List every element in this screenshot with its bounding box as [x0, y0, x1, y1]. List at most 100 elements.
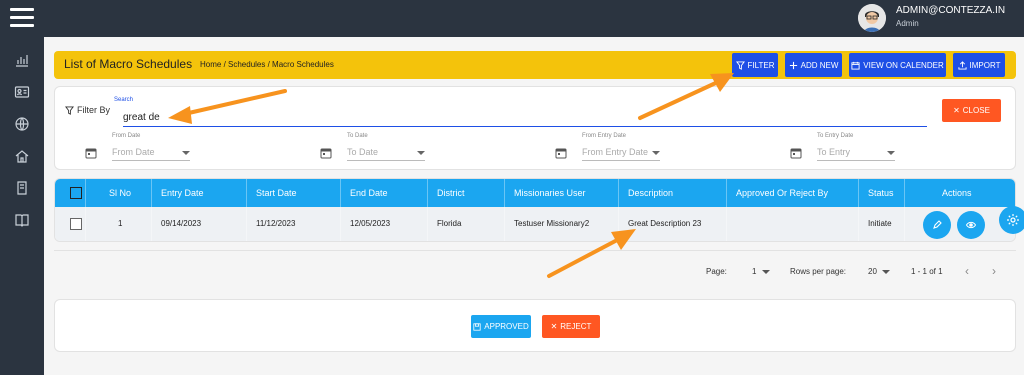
globe-icon[interactable]: [14, 116, 30, 132]
from-entry-date-value[interactable]: From Entry Date: [582, 147, 660, 161]
filter-by-label: Filter By: [65, 105, 110, 115]
divider: [151, 179, 152, 241]
view-button[interactable]: [957, 211, 985, 239]
home-icon[interactable]: [14, 148, 30, 164]
breadcrumb: Home / Schedules / Macro Schedules: [200, 60, 334, 69]
column-header: Start Date: [256, 188, 297, 198]
open-book-icon[interactable]: [14, 212, 30, 228]
cell-sl-no: 1: [118, 219, 123, 228]
chevron-right-icon[interactable]: ›: [992, 264, 996, 278]
rows-per-page-label: Rows per page:: [790, 267, 847, 276]
cell-status: Initiate: [868, 219, 892, 228]
to-date-label: To Date: [347, 133, 368, 139]
from-date-label: From Date: [112, 133, 141, 139]
column-header: Actions: [942, 188, 972, 198]
column-header: Missionaries User: [514, 188, 586, 198]
view-on-calendar-button[interactable]: VIEW ON CALENDER: [849, 53, 946, 77]
approved-button[interactable]: APPROVED: [471, 315, 531, 338]
action-panel: APPROVED ✕ REJECT: [54, 299, 1016, 352]
chevron-down-icon[interactable]: [882, 270, 890, 274]
filter-by-text: Filter By: [77, 105, 111, 115]
divider: [85, 179, 86, 241]
book-icon[interactable]: [14, 180, 30, 196]
divider: [904, 179, 905, 241]
id-card-icon[interactable]: [14, 84, 30, 100]
plus-icon: [789, 61, 797, 69]
chevron-down-icon: [182, 151, 190, 155]
save-icon: [473, 322, 481, 331]
cell-description: Great Description 23: [628, 219, 702, 228]
pencil-icon: [933, 220, 942, 229]
divider: [726, 179, 727, 241]
cell-district: Florida: [437, 219, 462, 228]
add-new-button-label: ADD NEW: [800, 60, 839, 70]
upload-icon: [957, 60, 967, 70]
cell-missionaries-user: Testuser Missionary2: [514, 219, 590, 228]
edit-button[interactable]: [923, 211, 951, 239]
column-header: Status: [868, 188, 894, 198]
divider: [427, 179, 428, 241]
avatar[interactable]: [858, 4, 886, 32]
divider: [858, 179, 859, 241]
close-icon: ✕: [550, 322, 558, 331]
view-on-calendar-button-label: VIEW ON CALENDER: [863, 60, 944, 70]
settings-gear-icon[interactable]: [999, 206, 1024, 234]
approved-button-label: APPROVED: [484, 322, 529, 331]
page-select[interactable]: 1: [752, 267, 756, 276]
user-role: Admin: [896, 19, 919, 28]
import-button[interactable]: IMPORT: [953, 53, 1005, 77]
eye-icon: [966, 221, 976, 229]
search-label: Search: [114, 97, 134, 103]
select-all-checkbox[interactable]: [70, 187, 82, 199]
user-email: ADMIN@CONTEZZA.IN: [896, 5, 1006, 16]
divider: [340, 179, 341, 241]
filter-icon: [735, 60, 745, 70]
divider: [618, 179, 619, 241]
from-entry-date-field[interactable]: From Entry Date From Entry Date: [555, 133, 685, 161]
calendar-icon: [85, 147, 97, 159]
page-title: List of Macro Schedules: [64, 57, 193, 71]
pagination: Page: 1 Rows per page: 20 1 - 1 of 1 ‹ ›: [54, 250, 1016, 288]
filter-icon: [65, 105, 74, 115]
title-bar: List of Macro Schedules Home / Schedules…: [54, 51, 1016, 79]
chart-icon[interactable]: [14, 52, 30, 68]
cell-entry-date: 09/14/2023: [161, 219, 202, 228]
sidebar: [0, 0, 44, 375]
chevron-down-icon: [417, 151, 425, 155]
table-header: Sl No Entry Date Start Date End Date Dis…: [55, 179, 1015, 207]
calendar-icon: [851, 61, 860, 70]
reject-button-label: REJECT: [560, 322, 592, 331]
from-date-field[interactable]: From Date From Date: [85, 133, 215, 161]
reject-button[interactable]: ✕ REJECT: [542, 315, 600, 338]
calendar-icon: [320, 147, 332, 159]
column-header: Approved Or Reject By: [736, 188, 829, 198]
to-entry-date-field[interactable]: To Entry Date To Entry: [790, 133, 920, 161]
table-row[interactable]: 1 09/14/2023 11/12/2023 12/05/2023 Flori…: [55, 207, 1015, 241]
from-entry-date-label: From Entry Date: [582, 133, 627, 139]
to-entry-date-label: To Entry Date: [817, 133, 854, 139]
column-header: Description: [628, 188, 674, 198]
schedules-table: Sl No Entry Date Start Date End Date Dis…: [54, 178, 1016, 242]
rows-per-page-select[interactable]: 20: [868, 267, 877, 276]
search-input[interactable]: [123, 109, 927, 127]
cell-end-date: 12/05/2023: [350, 219, 391, 228]
column-header: Sl No: [109, 188, 132, 198]
divider: [246, 179, 247, 241]
divider: [504, 179, 505, 241]
chevron-left-icon[interactable]: ‹: [965, 264, 969, 278]
page-label: Page:: [706, 267, 727, 276]
to-date-value[interactable]: To Date: [347, 147, 425, 161]
import-button-label: IMPORT: [969, 60, 1001, 70]
close-button-label: CLOSE: [962, 106, 990, 115]
to-entry-date-value[interactable]: To Entry: [817, 147, 895, 161]
pagination-range: 1 - 1 of 1: [911, 267, 943, 276]
add-new-button[interactable]: ADD NEW: [785, 53, 842, 77]
chevron-down-icon[interactable]: [762, 270, 770, 274]
from-date-value[interactable]: From Date: [112, 147, 190, 161]
menu-icon[interactable]: [10, 8, 34, 28]
calendar-icon: [790, 147, 802, 159]
row-checkbox[interactable]: [70, 218, 82, 230]
to-date-field[interactable]: To Date To Date: [320, 133, 450, 161]
filter-button[interactable]: FILTER: [732, 53, 778, 77]
close-button[interactable]: ✕ CLOSE: [942, 99, 1001, 122]
